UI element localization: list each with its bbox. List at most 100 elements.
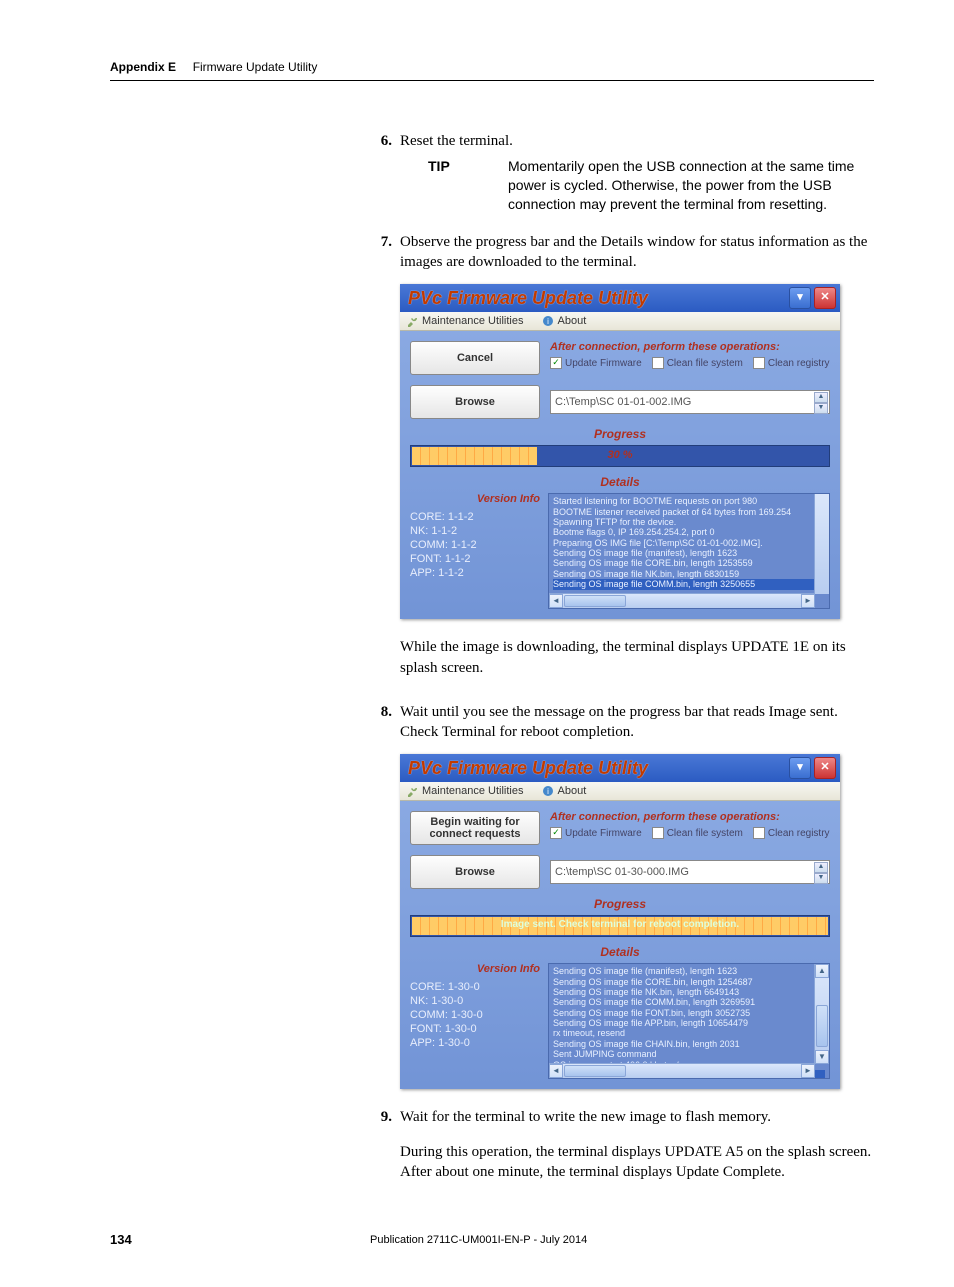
progress-bar: 30 % — [410, 445, 830, 467]
log-line: Sending OS image file CHAIN.bin, length … — [553, 1039, 825, 1049]
scrollbar-horizontal[interactable]: ◄ ► — [549, 593, 815, 608]
step-6-text: Reset the terminal. — [400, 131, 874, 151]
progress-text: Image sent. Check terminal for reboot co… — [411, 916, 829, 936]
appendix-label: Appendix E — [110, 60, 176, 74]
check-update-label: Update Firmware — [565, 358, 642, 369]
menu-about[interactable]: i About — [542, 315, 587, 327]
check-clean-fs[interactable]: Clean file system — [652, 827, 743, 839]
progress-bar: Image sent. Check terminal for reboot co… — [410, 915, 830, 937]
version-nk: NK: 1-30-0 — [410, 995, 540, 1007]
check-update-firmware[interactable]: ✓Update Firmware — [550, 357, 642, 369]
scrollbar-vertical[interactable]: ▲ ▼ — [814, 964, 829, 1064]
scroll-thumb[interactable] — [564, 1065, 626, 1077]
details-label: Details — [410, 475, 830, 489]
log-line: Sending OS image file (manifest), length… — [553, 966, 825, 976]
minimize-button[interactable]: ▾ — [789, 757, 811, 779]
minimize-button[interactable]: ▾ — [789, 287, 811, 309]
chevron-up-icon[interactable]: ▲ — [814, 862, 828, 873]
checkbox-icon — [652, 827, 664, 839]
menu-about-label: About — [558, 785, 587, 797]
check-cleanreg-label: Clean registry — [768, 358, 830, 369]
menubar: Maintenance Utilities i About — [400, 312, 840, 331]
svg-text:i: i — [547, 787, 549, 796]
close-button[interactable]: ✕ — [814, 287, 836, 309]
log-line: Sending OS image file CORE.bin, length 1… — [553, 558, 825, 568]
chevron-up-icon[interactable]: ▲ — [814, 392, 828, 403]
tip-label: TIP — [428, 157, 508, 214]
step-7-num: 7. — [370, 232, 392, 273]
step-8-text: Wait until you see the message on the pr… — [400, 702, 874, 743]
begin-waiting-button[interactable]: Begin waiting for connect requests — [410, 811, 540, 845]
scroll-left-icon[interactable]: ◄ — [549, 1064, 563, 1078]
chevron-down-icon[interactable]: ▼ — [814, 403, 828, 414]
checkbox-icon — [652, 357, 664, 369]
step-8-num: 8. — [370, 702, 392, 743]
log-line: Sending OS image file APP.bin, length 10… — [553, 1018, 825, 1028]
log-line: Sending OS image file NK.bin, length 683… — [553, 569, 825, 579]
browse-button[interactable]: Browse — [410, 385, 540, 419]
paragraph-after-7: While the image is downloading, the term… — [400, 637, 874, 678]
scroll-right-icon[interactable]: ► — [801, 1064, 815, 1078]
browse-button[interactable]: Browse — [410, 855, 540, 889]
check-clean-registry[interactable]: Clean registry — [753, 357, 830, 369]
scroll-left-icon[interactable]: ◄ — [549, 594, 563, 608]
menu-about-label: About — [558, 315, 587, 327]
step-9-text: Wait for the terminal to write the new i… — [400, 1107, 874, 1127]
step-9: 9. Wait for the terminal to write the ne… — [370, 1107, 874, 1127]
log-line: rx timeout, resend — [553, 1028, 825, 1038]
page-footer: 134 Publication 2711C-UM001I-EN-P - July… — [110, 1232, 874, 1247]
cancel-button[interactable]: Cancel — [410, 341, 540, 375]
step-7-text: Observe the progress bar and the Details… — [400, 232, 874, 273]
wrench-icon — [406, 315, 418, 327]
scroll-thumb[interactable] — [564, 595, 626, 607]
check-clean-fs[interactable]: Clean file system — [652, 357, 743, 369]
scroll-right-icon[interactable]: ► — [801, 594, 815, 608]
window-title: PVc Firmware Update Utility — [408, 288, 786, 309]
checkbox-icon: ✓ — [550, 827, 562, 839]
scrollbar-vertical[interactable] — [814, 494, 829, 594]
wrench-icon — [406, 785, 418, 797]
step-9-num: 9. — [370, 1107, 392, 1127]
app-body: Begin waiting for connect requests After… — [400, 801, 840, 1089]
app-body: Cancel After connection, perform these o… — [400, 331, 840, 619]
check-update-firmware[interactable]: ✓Update Firmware — [550, 827, 642, 839]
titlebar: PVc Firmware Update Utility ▾ ✕ — [400, 284, 840, 312]
details-log[interactable]: Started listening for BOOTME requests on… — [548, 493, 830, 609]
path-spinner[interactable]: ▲ ▼ — [814, 392, 828, 414]
appendix-title: Firmware Update Utility — [193, 60, 318, 74]
operations-box: After connection, perform these operatio… — [550, 341, 830, 375]
path-input[interactable]: C:\temp\SC 01-30-000.IMG ▲ ▼ — [550, 860, 830, 884]
chevron-down-icon[interactable]: ▼ — [814, 873, 828, 884]
path-spinner[interactable]: ▲ ▼ — [814, 862, 828, 884]
menu-maintenance[interactable]: Maintenance Utilities — [406, 315, 524, 327]
menu-maintenance[interactable]: Maintenance Utilities — [406, 785, 524, 797]
log-line: Sending OS image file (manifest), length… — [553, 548, 825, 558]
version-info: Version Info CORE: 1-30-0 NK: 1-30-0 COM… — [410, 963, 540, 1079]
version-info-title: Version Info — [410, 493, 540, 505]
scrollbar-horizontal[interactable]: ◄ ► — [549, 1063, 815, 1078]
log-line: Preparing OS IMG file [C:\Temp\SC 01-01-… — [553, 538, 825, 548]
version-info-title: Version Info — [410, 963, 540, 975]
version-font: FONT: 1-1-2 — [410, 553, 540, 565]
checkbox-icon: ✓ — [550, 357, 562, 369]
page-number: 134 — [110, 1232, 370, 1247]
path-input[interactable]: C:\Temp\SC 01-01-002.IMG ▲ ▼ — [550, 390, 830, 414]
path-value: C:\temp\SC 01-30-000.IMG — [555, 866, 689, 878]
log-line: Sending OS image file FONT.bin, length 3… — [553, 1008, 825, 1018]
check-cleanfs-label: Clean file system — [667, 828, 743, 839]
scroll-up-icon[interactable]: ▲ — [815, 964, 829, 978]
log-line: BOOTME listener received packet of 64 by… — [553, 507, 825, 517]
log-line: Spawning TFTP for the device. — [553, 517, 825, 527]
menu-about[interactable]: i About — [542, 785, 587, 797]
details-log[interactable]: Sending OS image file (manifest), length… — [548, 963, 830, 1079]
version-app: APP: 1-30-0 — [410, 1037, 540, 1049]
log-line: Bootme flags 0, IP 169.254.254.2, port 0 — [553, 527, 825, 537]
step-8: 8. Wait until you see the message on the… — [370, 702, 874, 743]
progress-text: 30 % — [411, 446, 829, 466]
check-update-label: Update Firmware — [565, 828, 642, 839]
close-button[interactable]: ✕ — [814, 757, 836, 779]
scroll-down-icon[interactable]: ▼ — [815, 1050, 829, 1064]
check-clean-registry[interactable]: Clean registry — [753, 827, 830, 839]
publication-id: Publication 2711C-UM001I-EN-P - July 201… — [370, 1234, 874, 1246]
scroll-thumb[interactable] — [816, 1005, 828, 1047]
